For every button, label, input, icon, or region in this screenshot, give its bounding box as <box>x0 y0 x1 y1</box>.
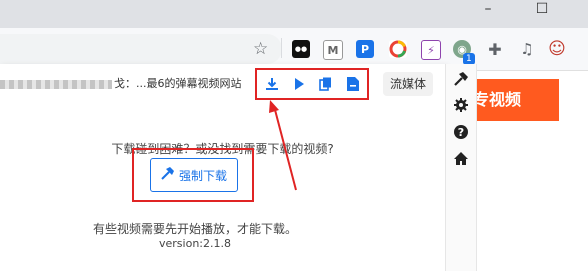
force-download-label: 强制下载 <box>178 168 227 183</box>
ext-purple-icon[interactable]: ⚡ <box>421 40 441 60</box>
file-icon[interactable] <box>345 76 361 92</box>
gear-icon[interactable] <box>453 97 469 113</box>
address-bar[interactable] <box>0 34 282 64</box>
version-text: version:2.1.8 <box>159 237 231 250</box>
star-icon[interactable]: ☆ <box>253 39 268 59</box>
stream-media-tab[interactable]: 流媒体 <box>383 72 433 96</box>
home-icon[interactable] <box>453 151 469 167</box>
toolbar-divider <box>281 38 282 58</box>
puzzle-icon[interactable]: ✚ <box>486 40 504 59</box>
ext-p-icon[interactable]: P <box>356 40 374 58</box>
hammer-icon[interactable] <box>453 71 469 87</box>
download-icon[interactable] <box>264 76 280 92</box>
copy-icon[interactable] <box>318 76 334 92</box>
help-icon[interactable]: ? <box>453 124 469 140</box>
playback-note: 有些视频需要先开始播放，才能下载。 <box>92 222 297 236</box>
minimize-button[interactable]: – <box>468 0 508 22</box>
ext-dual-eyes-icon[interactable]: ●● <box>292 40 310 58</box>
maximize-button[interactable]: ☐ <box>522 0 562 22</box>
extension-popup: 戈：...最6的弹幕视频网站 流媒体 下载碰到困难？或没找到需要下载的视频? 强… <box>0 64 446 271</box>
ext-chrome-like-icon[interactable] <box>389 40 407 58</box>
ext-gmail-checker-icon[interactable]: M <box>323 40 343 60</box>
hammer-icon <box>161 167 174 183</box>
media-control-icon[interactable]: ♫ <box>518 40 536 58</box>
force-download-button[interactable]: 强制下载 <box>150 158 238 192</box>
svg-text:?: ? <box>458 126 464 139</box>
profile-avatar-icon[interactable]: ☺ <box>548 39 566 59</box>
window-titlebar: – ☐ <box>0 0 588 28</box>
popup-page-title: 戈：...最6的弹幕视频网站 <box>0 75 250 91</box>
popup-sidebar: ? <box>446 64 477 271</box>
play-icon[interactable] <box>291 76 307 92</box>
redacted-title-text <box>0 79 112 89</box>
